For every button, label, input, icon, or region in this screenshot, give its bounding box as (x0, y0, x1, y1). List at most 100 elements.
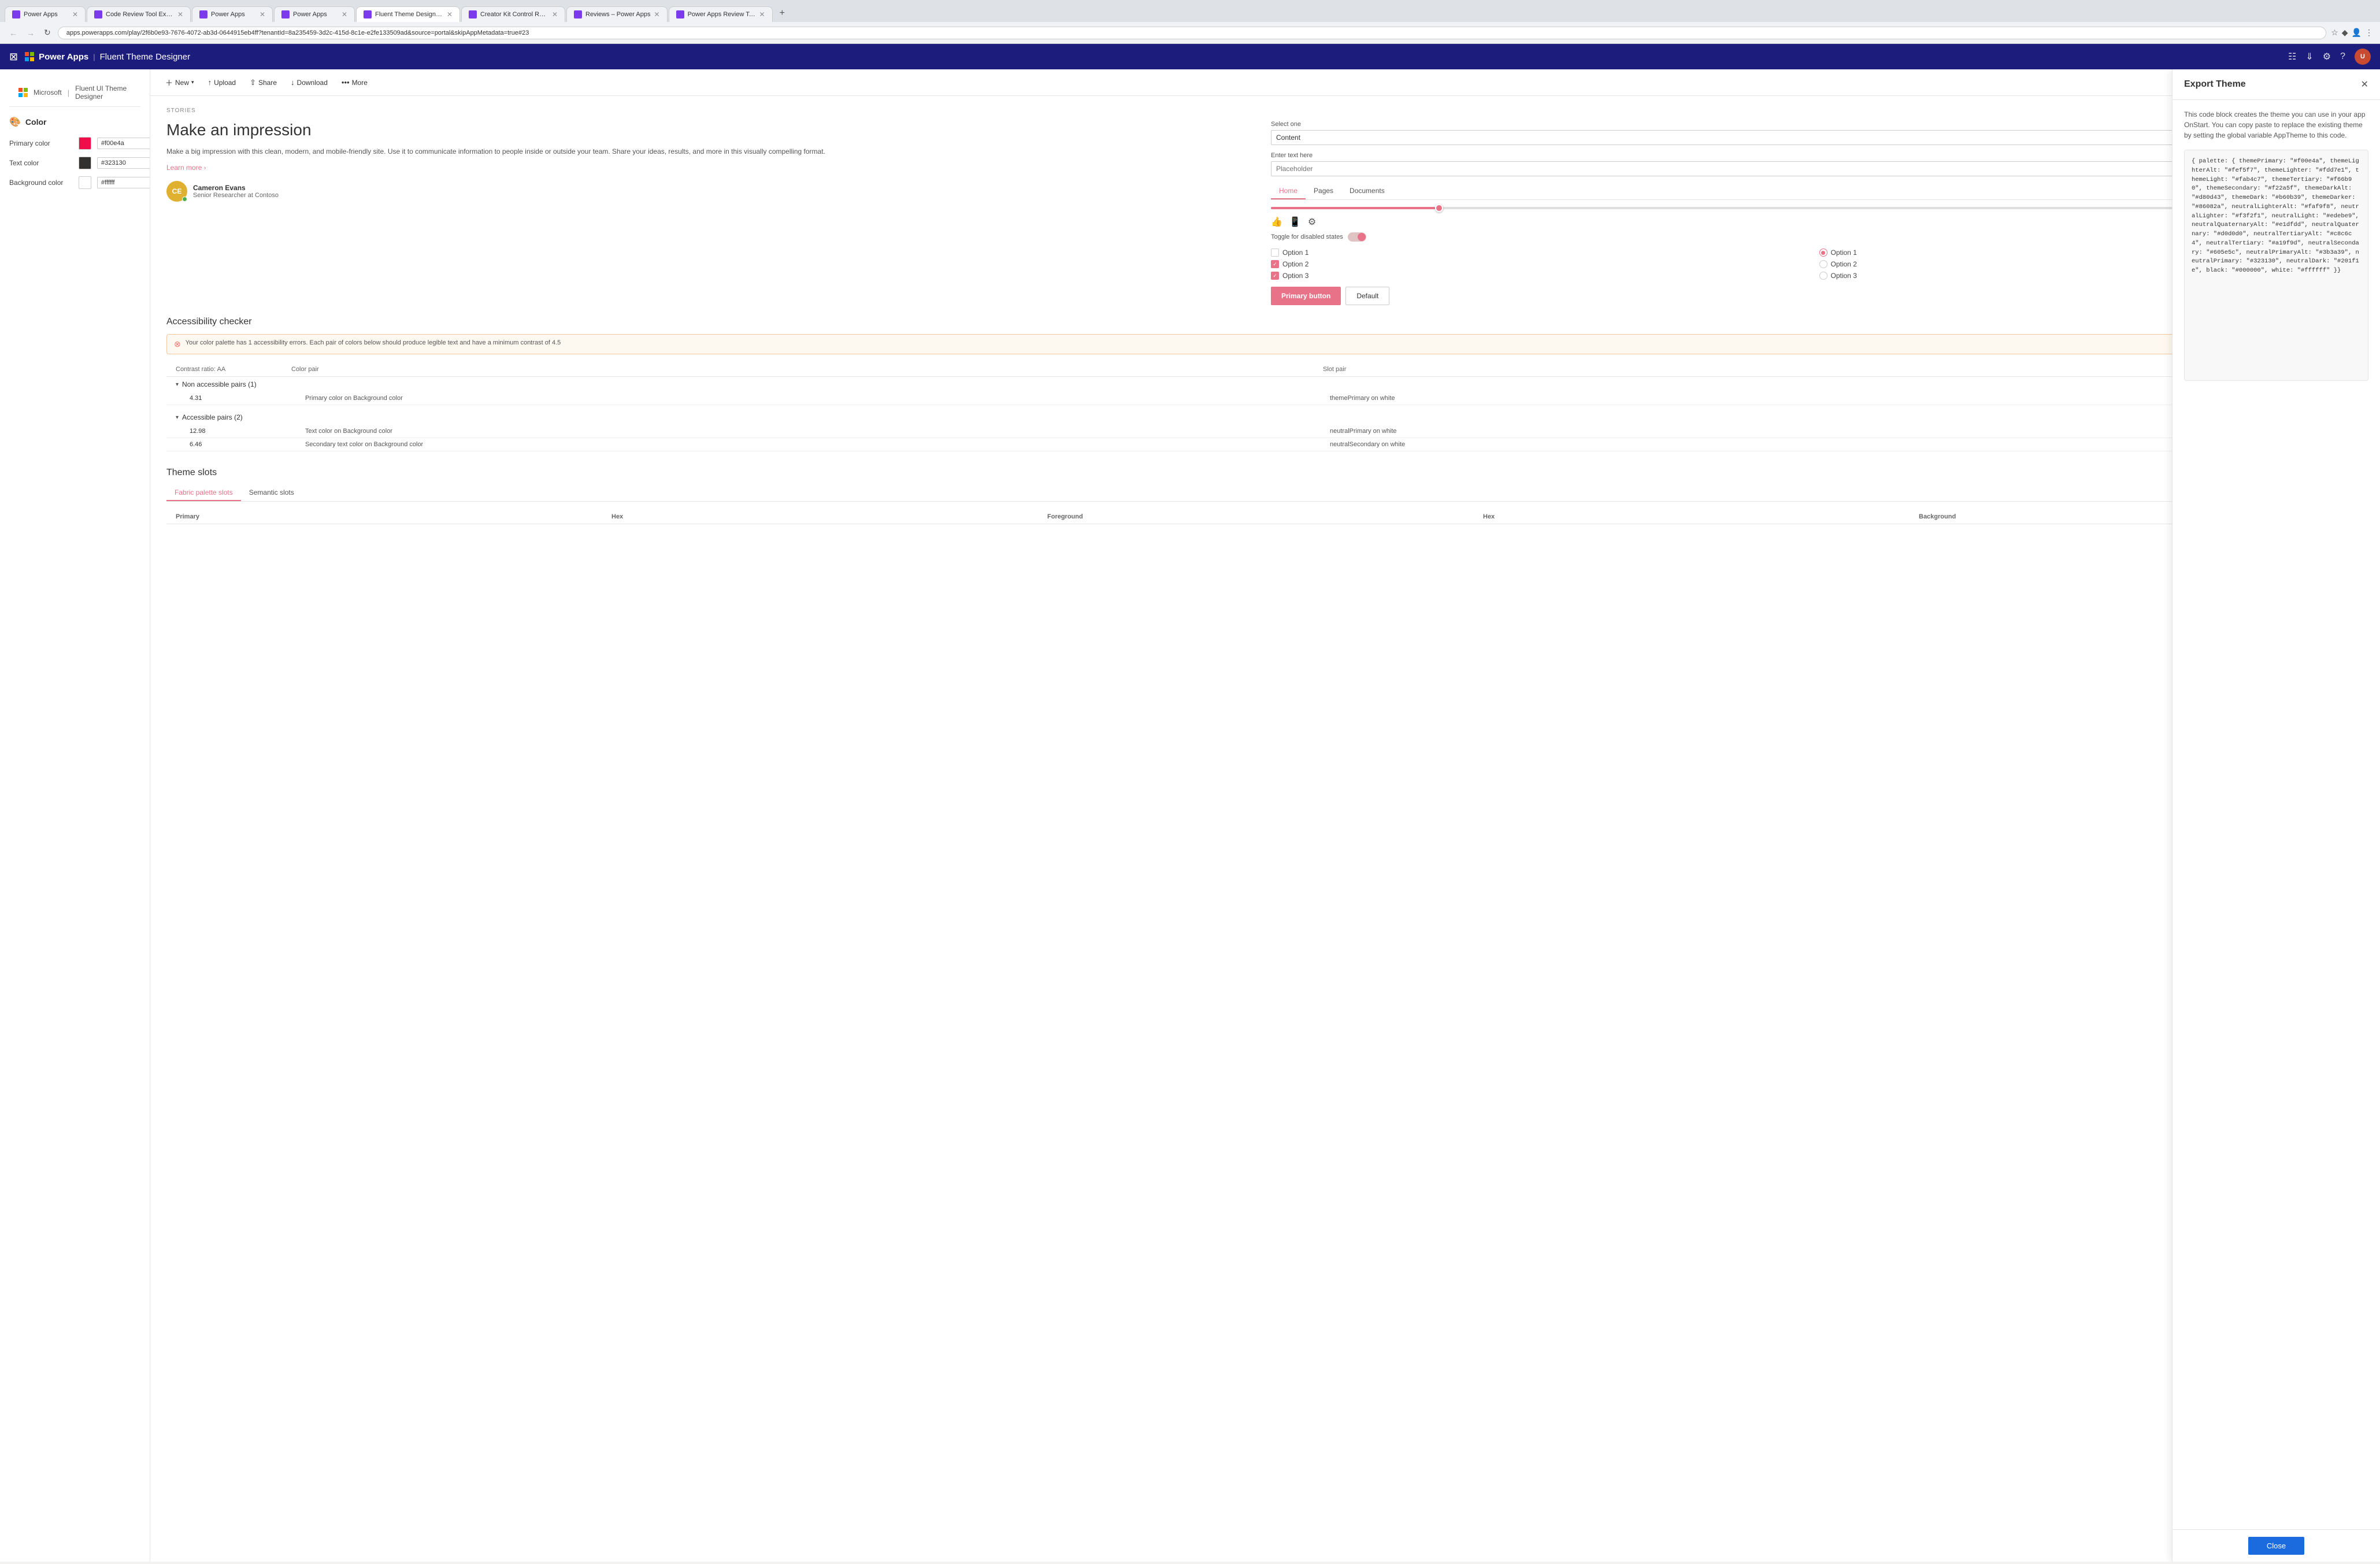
text-color-input[interactable] (97, 157, 150, 169)
tab-favicon-1 (12, 10, 20, 18)
avatar-row: CE Cameron Evans Senior Researcher at Co… (166, 181, 1259, 202)
tab-close-1[interactable]: ✕ (72, 10, 78, 18)
export-footer: Close (2173, 1529, 2380, 1562)
main-area: Microsoft | Fluent UI Theme Designer 🎨 C… (0, 69, 2380, 1562)
grid-icon[interactable]: ☷ (2288, 51, 2296, 62)
browser-tab-2[interactable]: Code Review Tool Experim... ✕ (87, 6, 191, 22)
logo-sq-yellow (30, 57, 34, 61)
bookmark-button[interactable]: ☆ (2331, 28, 2338, 38)
new-tab-button[interactable]: + (774, 5, 791, 22)
logo-sq-red (25, 52, 29, 56)
settings-action-icon[interactable]: ⚙ (1308, 216, 1316, 228)
refresh-button[interactable]: ↻ (42, 25, 53, 40)
preview-grid: Make an impression Make a big impression… (166, 121, 2364, 305)
primary-button[interactable]: Primary button (1271, 287, 1341, 305)
browser-tab-4[interactable]: Power Apps ✕ (274, 6, 355, 22)
profile-button[interactable]: 👤 (2352, 28, 2362, 38)
tab-bar: Power Apps ✕ Code Review Tool Experim...… (0, 0, 2380, 22)
user-avatar[interactable]: U (2355, 49, 2371, 65)
slots-table-header: Primary Hex Foreground Hex Background (166, 510, 2364, 524)
new-button[interactable]: ＋ New ▾ (160, 74, 200, 91)
tab-favicon-3 (199, 10, 207, 18)
browser-tab-7[interactable]: Reviews – Power Apps ✕ (566, 6, 668, 22)
close-button[interactable]: Close (2248, 1537, 2304, 1555)
bg-color-input[interactable] (97, 177, 150, 188)
tab-close-8[interactable]: ✕ (759, 10, 765, 18)
nav-tab-home[interactable]: Home (1271, 183, 1306, 199)
share-button[interactable]: ⇧ Share (244, 75, 283, 90)
like-icon[interactable]: 👍 (1271, 216, 1282, 228)
slider-fill (1271, 207, 1435, 209)
non-accessible-header[interactable]: ▾ Non accessible pairs (1) (166, 377, 2364, 392)
tab-title-8: Power Apps Review Tool ... (688, 11, 756, 18)
accessible-header[interactable]: ▾ Accessible pairs (2) (166, 410, 2364, 425)
export-close-button[interactable]: ✕ (2361, 79, 2368, 90)
browser-tab-5[interactable]: Fluent Theme Designer - ... ✕ (356, 6, 460, 22)
radio-1-circle[interactable] (1819, 249, 1827, 257)
browser-tab-6[interactable]: Creator Kit Control Refere... ✕ (461, 6, 565, 22)
checkbox-2[interactable]: ✓ Option 2 (1271, 260, 1816, 268)
checkbox-3-box[interactable]: ✓ (1271, 272, 1279, 280)
download-button[interactable]: ↓ Download (285, 75, 333, 90)
download-icon[interactable]: ⇓ (2305, 51, 2313, 62)
export-code-block[interactable]: { palette: { themePrimary: "#f00e4a", th… (2184, 150, 2368, 381)
accessible-group: ▾ Accessible pairs (2) 12.98 Text color … (166, 410, 2364, 451)
power-apps-logo (25, 52, 34, 61)
tab-close-7[interactable]: ✕ (654, 10, 660, 18)
tab-title-5: Fluent Theme Designer - ... (375, 11, 443, 18)
primary-color-row: Primary color (9, 137, 140, 150)
tab-title-3: Power Apps (211, 11, 256, 18)
tab-close-4[interactable]: ✕ (342, 10, 347, 18)
checkbox-2-box[interactable]: ✓ (1271, 260, 1279, 268)
primary-color-swatch[interactable] (79, 137, 91, 150)
tab-title-2: Code Review Tool Experim... (106, 11, 174, 18)
new-chevron-icon: ▾ (191, 79, 194, 86)
tab-close-2[interactable]: ✕ (177, 10, 183, 18)
toggle[interactable] (1348, 232, 1366, 242)
color-icon: 🎨 (9, 116, 21, 128)
learn-more-link[interactable]: Learn more › (166, 164, 1259, 172)
settings-icon[interactable]: ⚙ (2323, 51, 2331, 62)
ms-header-divider: | (68, 88, 69, 97)
a11y-table-header: Contrast ratio: AA Color pair Slot pair (166, 362, 2364, 377)
accessibility-warning: ⊗ Your color palette has 1 accessibility… (166, 334, 2364, 354)
checkbox-1-box[interactable] (1271, 249, 1279, 257)
text-color-swatch[interactable] (79, 157, 91, 169)
forward-button[interactable]: → (24, 26, 37, 40)
tab-close-6[interactable]: ✕ (552, 10, 558, 18)
ms-sq-red (18, 88, 23, 92)
upload-button[interactable]: ↑ Upload (202, 75, 242, 90)
radio-2-circle[interactable] (1819, 260, 1827, 268)
default-button[interactable]: Default (1345, 287, 1389, 305)
checkbox-1[interactable]: Option 1 (1271, 249, 1816, 257)
non-accessible-group: ▾ Non accessible pairs (1) 4.31 Primary … (166, 377, 2364, 405)
back-button[interactable]: ← (7, 26, 20, 40)
bg-color-swatch[interactable] (79, 176, 91, 189)
tab-close-5[interactable]: ✕ (447, 10, 453, 18)
slider-thumb[interactable] (1435, 204, 1443, 212)
radio-3-circle[interactable] (1819, 272, 1827, 280)
export-panel: Export Theme ✕ This code block creates t… (2172, 69, 2380, 1562)
nav-tab-documents[interactable]: Documents (1341, 183, 1393, 199)
checkbox-3[interactable]: ✓ Option 3 (1271, 272, 1816, 280)
tab-favicon-2 (94, 10, 102, 18)
browser-tab-8[interactable]: Power Apps Review Tool ... ✕ (669, 6, 773, 22)
preview-area: STORIES Make an impression Make a big im… (150, 96, 2380, 317)
more-button[interactable]: ••• More (336, 75, 373, 90)
left-panel: Microsoft | Fluent UI Theme Designer 🎨 C… (0, 69, 150, 1562)
help-icon[interactable]: ? (2340, 51, 2345, 62)
slots-tab-semantic[interactable]: Semantic slots (241, 485, 302, 501)
browser-tab-1[interactable]: Power Apps ✕ (5, 6, 86, 22)
browser-tab-3[interactable]: Power Apps ✕ (192, 6, 273, 22)
waffle-menu[interactable]: ⊠ (9, 51, 18, 63)
stories-label: STORIES (166, 108, 2364, 114)
extensions-button[interactable]: ◆ (2342, 28, 2348, 38)
slots-tab-fabric[interactable]: Fabric palette slots (166, 485, 241, 501)
nav-tab-pages[interactable]: Pages (1306, 183, 1341, 199)
menu-button[interactable]: ⋮ (2365, 28, 2373, 38)
bg-color-label: Background color (9, 179, 73, 187)
tab-close-3[interactable]: ✕ (259, 10, 265, 18)
primary-color-input[interactable] (97, 138, 150, 149)
phone-icon[interactable]: 📱 (1289, 216, 1301, 228)
url-input[interactable] (58, 27, 2326, 39)
